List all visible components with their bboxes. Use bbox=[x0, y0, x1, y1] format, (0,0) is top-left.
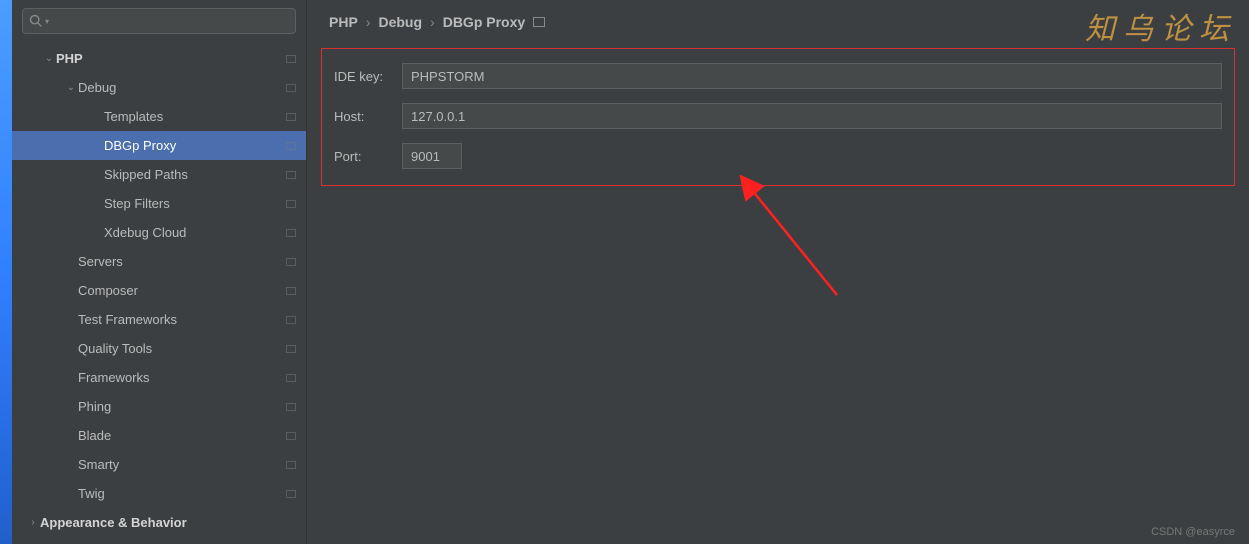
project-badge-icon bbox=[286, 461, 296, 469]
tree-item-label: DBGp Proxy bbox=[104, 138, 286, 153]
project-badge-icon bbox=[286, 345, 296, 353]
breadcrumb: PHP › Debug › DBGp Proxy bbox=[307, 0, 1249, 48]
project-badge-icon bbox=[286, 84, 296, 92]
project-badge-icon bbox=[286, 55, 296, 63]
host-input[interactable] bbox=[402, 103, 1222, 129]
tree-item-servers[interactable]: Servers bbox=[12, 247, 306, 276]
tree-item-blade[interactable]: Blade bbox=[12, 421, 306, 450]
tree-item-test-frameworks[interactable]: Test Frameworks bbox=[12, 305, 306, 334]
tree-item-smarty[interactable]: Smarty bbox=[12, 450, 306, 479]
tree-item-skipped-paths[interactable]: Skipped Paths bbox=[12, 160, 306, 189]
annotation-arrow-icon bbox=[737, 175, 857, 305]
chevron-right-icon: › bbox=[366, 14, 371, 30]
breadcrumb-item[interactable]: Debug bbox=[378, 14, 422, 30]
tree-item-php[interactable]: ⌄PHP bbox=[12, 44, 306, 73]
project-badge-icon bbox=[533, 17, 545, 27]
tree-item-appearance-behavior[interactable]: ›Appearance & Behavior bbox=[12, 508, 306, 537]
watermark-csdn: CSDN @easyrce bbox=[1151, 526, 1235, 538]
chevron-down-icon: ⌄ bbox=[42, 53, 56, 64]
tree-item-label: PHP bbox=[56, 51, 286, 66]
search-input-wrapper[interactable]: ▾ bbox=[22, 8, 296, 34]
tree-item-composer[interactable]: Composer bbox=[12, 276, 306, 305]
project-badge-icon bbox=[286, 258, 296, 266]
tree-item-quality-tools[interactable]: Quality Tools bbox=[12, 334, 306, 363]
tree-item-label: Servers bbox=[78, 254, 286, 269]
project-badge-icon bbox=[286, 200, 296, 208]
project-badge-icon bbox=[286, 229, 296, 237]
tree-item-label: Xdebug Cloud bbox=[104, 225, 286, 240]
tree-item-label: Composer bbox=[78, 283, 286, 298]
tree-item-label: Phing bbox=[78, 399, 286, 414]
tree-item-label: Appearance & Behavior bbox=[40, 515, 296, 530]
ide-key-input[interactable] bbox=[402, 63, 1222, 89]
tree-item-label: Quality Tools bbox=[78, 341, 286, 356]
port-label: Port: bbox=[334, 149, 402, 164]
tree-item-label: Test Frameworks bbox=[78, 312, 286, 327]
host-label: Host: bbox=[334, 109, 402, 124]
tree-item-debug[interactable]: ⌄Debug bbox=[12, 73, 306, 102]
tree-item-label: Step Filters bbox=[104, 196, 286, 211]
tree-item-label: Twig bbox=[78, 486, 286, 501]
project-badge-icon bbox=[286, 171, 296, 179]
search-dropdown-icon: ▾ bbox=[45, 17, 49, 26]
tree-item-templates[interactable]: Templates bbox=[12, 102, 306, 131]
chevron-down-icon: ⌄ bbox=[64, 82, 78, 93]
breadcrumb-item[interactable]: DBGp Proxy bbox=[443, 14, 525, 30]
ide-key-label: IDE key: bbox=[334, 69, 402, 84]
tree-item-label: Blade bbox=[78, 428, 286, 443]
chevron-right-icon: › bbox=[430, 14, 435, 30]
tree-item-step-filters[interactable]: Step Filters bbox=[12, 189, 306, 218]
dbgp-proxy-form: IDE key: Host: Port: bbox=[321, 48, 1235, 186]
breadcrumb-item[interactable]: PHP bbox=[329, 14, 358, 30]
search-input[interactable] bbox=[53, 14, 289, 29]
project-badge-icon bbox=[286, 374, 296, 382]
search-icon bbox=[29, 14, 43, 28]
project-badge-icon bbox=[286, 432, 296, 440]
chevron-right-icon: › bbox=[26, 517, 40, 528]
tree-item-label: Skipped Paths bbox=[104, 167, 286, 182]
tree-item-label: Smarty bbox=[78, 457, 286, 472]
tree-item-label: Frameworks bbox=[78, 370, 286, 385]
project-badge-icon bbox=[286, 142, 296, 150]
tree-item-dbgp-proxy[interactable]: DBGp Proxy bbox=[12, 131, 306, 160]
tree-item-label: Templates bbox=[104, 109, 286, 124]
tree-item-xdebug-cloud[interactable]: Xdebug Cloud bbox=[12, 218, 306, 247]
window-edge bbox=[0, 0, 12, 544]
settings-sidebar: ▾ ⌄PHP⌄DebugTemplatesDBGp ProxySkipped P… bbox=[12, 0, 307, 544]
project-badge-icon bbox=[286, 287, 296, 295]
settings-tree: ⌄PHP⌄DebugTemplatesDBGp ProxySkipped Pat… bbox=[12, 42, 306, 544]
project-badge-icon bbox=[286, 316, 296, 324]
tree-item-frameworks[interactable]: Frameworks bbox=[12, 363, 306, 392]
project-badge-icon bbox=[286, 490, 296, 498]
tree-item-twig[interactable]: Twig bbox=[12, 479, 306, 508]
project-badge-icon bbox=[286, 403, 296, 411]
tree-item-label: Debug bbox=[78, 80, 286, 95]
main-panel: PHP › Debug › DBGp Proxy IDE key: Host: … bbox=[307, 0, 1249, 544]
project-badge-icon bbox=[286, 113, 296, 121]
tree-item-phing[interactable]: Phing bbox=[12, 392, 306, 421]
port-input[interactable] bbox=[402, 143, 462, 169]
